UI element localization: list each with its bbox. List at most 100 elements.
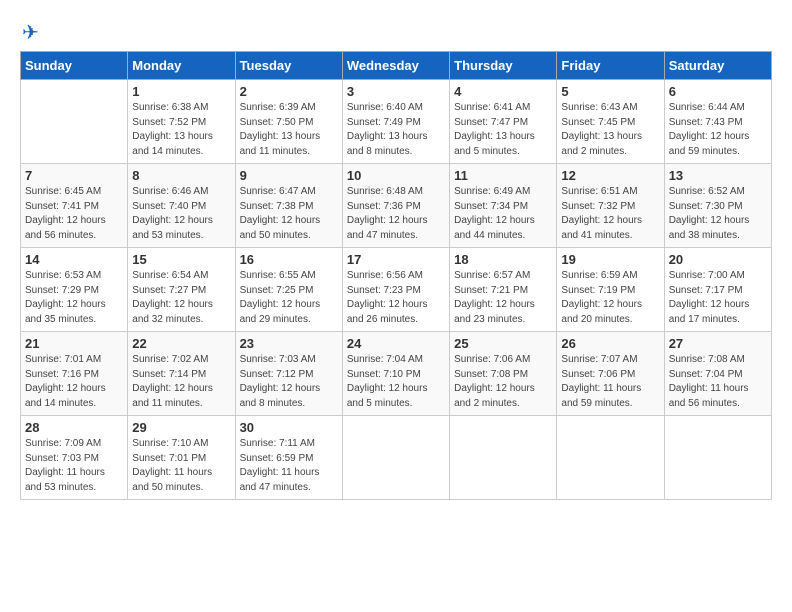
calendar-cell: 9 Sunrise: 6:47 AM Sunset: 7:38 PM Dayli… [235, 164, 342, 248]
calendar-cell: 1 Sunrise: 6:38 AM Sunset: 7:52 PM Dayli… [128, 80, 235, 164]
day-number: 2 [240, 84, 338, 99]
sunrise-text: Sunrise: 7:02 AM [132, 354, 208, 365]
day-info: Sunrise: 6:49 AM Sunset: 7:34 PM Dayligh… [454, 185, 552, 243]
sunset-text: Sunset: 7:30 PM [669, 201, 743, 212]
day-number: 27 [669, 336, 767, 351]
day-number: 1 [132, 84, 230, 99]
sunset-text: Sunset: 7:29 PM [25, 285, 99, 296]
sunrise-text: Sunrise: 7:04 AM [347, 354, 423, 365]
day-info: Sunrise: 7:00 AM Sunset: 7:17 PM Dayligh… [669, 269, 767, 327]
sunset-text: Sunset: 7:45 PM [561, 117, 635, 128]
day-number: 16 [240, 252, 338, 267]
sunrise-text: Sunrise: 6:44 AM [669, 102, 745, 113]
calendar-week-row: 7 Sunrise: 6:45 AM Sunset: 7:41 PM Dayli… [21, 164, 772, 248]
day-info: Sunrise: 7:08 AM Sunset: 7:04 PM Dayligh… [669, 353, 767, 411]
calendar-cell: 24 Sunrise: 7:04 AM Sunset: 7:10 PM Dayl… [342, 332, 449, 416]
weekday-header-monday: Monday [128, 52, 235, 80]
day-number: 5 [561, 84, 659, 99]
sunset-text: Sunset: 7:19 PM [561, 285, 635, 296]
daylight-text: Daylight: 11 hours and 53 minutes. [25, 467, 105, 493]
calendar-week-row: 21 Sunrise: 7:01 AM Sunset: 7:16 PM Dayl… [21, 332, 772, 416]
day-number: 14 [25, 252, 123, 267]
day-info: Sunrise: 6:40 AM Sunset: 7:49 PM Dayligh… [347, 101, 445, 159]
sunset-text: Sunset: 7:12 PM [240, 369, 314, 380]
weekday-header-friday: Friday [557, 52, 664, 80]
sunrise-text: Sunrise: 7:11 AM [240, 438, 315, 449]
day-number: 17 [347, 252, 445, 267]
sunrise-text: Sunrise: 6:56 AM [347, 270, 423, 281]
daylight-text: Daylight: 12 hours and 59 minutes. [669, 131, 750, 157]
calendar-cell: 2 Sunrise: 6:39 AM Sunset: 7:50 PM Dayli… [235, 80, 342, 164]
sunset-text: Sunset: 7:38 PM [240, 201, 314, 212]
sunrise-text: Sunrise: 7:10 AM [132, 438, 208, 449]
sunrise-text: Sunrise: 6:59 AM [561, 270, 637, 281]
day-number: 13 [669, 168, 767, 183]
calendar-cell: 22 Sunrise: 7:02 AM Sunset: 7:14 PM Dayl… [128, 332, 235, 416]
day-info: Sunrise: 6:47 AM Sunset: 7:38 PM Dayligh… [240, 185, 338, 243]
calendar-cell: 21 Sunrise: 7:01 AM Sunset: 7:16 PM Dayl… [21, 332, 128, 416]
sunrise-text: Sunrise: 6:47 AM [240, 186, 316, 197]
weekday-header-wednesday: Wednesday [342, 52, 449, 80]
sunrise-text: Sunrise: 7:08 AM [669, 354, 745, 365]
sunset-text: Sunset: 7:47 PM [454, 117, 528, 128]
day-number: 8 [132, 168, 230, 183]
calendar-cell [664, 416, 771, 500]
day-number: 12 [561, 168, 659, 183]
calendar-cell: 18 Sunrise: 6:57 AM Sunset: 7:21 PM Dayl… [450, 248, 557, 332]
day-info: Sunrise: 6:54 AM Sunset: 7:27 PM Dayligh… [132, 269, 230, 327]
day-info: Sunrise: 7:10 AM Sunset: 7:01 PM Dayligh… [132, 437, 230, 495]
daylight-text: Daylight: 12 hours and 47 minutes. [347, 215, 428, 241]
daylight-text: Daylight: 11 hours and 50 minutes. [132, 467, 212, 493]
calendar-cell: 15 Sunrise: 6:54 AM Sunset: 7:27 PM Dayl… [128, 248, 235, 332]
daylight-text: Daylight: 12 hours and 17 minutes. [669, 299, 750, 325]
calendar-week-row: 1 Sunrise: 6:38 AM Sunset: 7:52 PM Dayli… [21, 80, 772, 164]
daylight-text: Daylight: 12 hours and 41 minutes. [561, 215, 642, 241]
day-info: Sunrise: 6:59 AM Sunset: 7:19 PM Dayligh… [561, 269, 659, 327]
daylight-text: Daylight: 13 hours and 5 minutes. [454, 131, 535, 157]
daylight-text: Daylight: 12 hours and 2 minutes. [454, 383, 535, 409]
sunrise-text: Sunrise: 6:55 AM [240, 270, 316, 281]
calendar-cell: 6 Sunrise: 6:44 AM Sunset: 7:43 PM Dayli… [664, 80, 771, 164]
day-info: Sunrise: 6:43 AM Sunset: 7:45 PM Dayligh… [561, 101, 659, 159]
sunset-text: Sunset: 7:25 PM [240, 285, 314, 296]
calendar-cell: 25 Sunrise: 7:06 AM Sunset: 7:08 PM Dayl… [450, 332, 557, 416]
day-info: Sunrise: 6:57 AM Sunset: 7:21 PM Dayligh… [454, 269, 552, 327]
day-info: Sunrise: 6:44 AM Sunset: 7:43 PM Dayligh… [669, 101, 767, 159]
calendar-cell: 11 Sunrise: 6:49 AM Sunset: 7:34 PM Dayl… [450, 164, 557, 248]
day-number: 7 [25, 168, 123, 183]
calendar-cell: 19 Sunrise: 6:59 AM Sunset: 7:19 PM Dayl… [557, 248, 664, 332]
daylight-text: Daylight: 12 hours and 11 minutes. [132, 383, 213, 409]
sunset-text: Sunset: 7:16 PM [25, 369, 99, 380]
sunrise-text: Sunrise: 7:00 AM [669, 270, 745, 281]
daylight-text: Daylight: 12 hours and 14 minutes. [25, 383, 106, 409]
calendar-table: SundayMondayTuesdayWednesdayThursdayFrid… [20, 51, 772, 500]
sunset-text: Sunset: 7:21 PM [454, 285, 528, 296]
daylight-text: Daylight: 13 hours and 8 minutes. [347, 131, 428, 157]
day-number: 21 [25, 336, 123, 351]
daylight-text: Daylight: 13 hours and 11 minutes. [240, 131, 321, 157]
sunset-text: Sunset: 7:23 PM [347, 285, 421, 296]
weekday-header-saturday: Saturday [664, 52, 771, 80]
sunrise-text: Sunrise: 6:49 AM [454, 186, 530, 197]
sunrise-text: Sunrise: 6:54 AM [132, 270, 208, 281]
sunset-text: Sunset: 7:41 PM [25, 201, 99, 212]
sunrise-text: Sunrise: 6:45 AM [25, 186, 101, 197]
sunset-text: Sunset: 7:04 PM [669, 369, 743, 380]
weekday-header-sunday: Sunday [21, 52, 128, 80]
sunset-text: Sunset: 7:50 PM [240, 117, 314, 128]
daylight-text: Daylight: 12 hours and 44 minutes. [454, 215, 535, 241]
calendar-cell: 10 Sunrise: 6:48 AM Sunset: 7:36 PM Dayl… [342, 164, 449, 248]
day-number: 30 [240, 420, 338, 435]
day-number: 29 [132, 420, 230, 435]
sunrise-text: Sunrise: 6:51 AM [561, 186, 637, 197]
sunset-text: Sunset: 7:27 PM [132, 285, 206, 296]
day-info: Sunrise: 6:52 AM Sunset: 7:30 PM Dayligh… [669, 185, 767, 243]
day-number: 4 [454, 84, 552, 99]
day-number: 15 [132, 252, 230, 267]
calendar-cell: 4 Sunrise: 6:41 AM Sunset: 7:47 PM Dayli… [450, 80, 557, 164]
day-info: Sunrise: 6:51 AM Sunset: 7:32 PM Dayligh… [561, 185, 659, 243]
daylight-text: Daylight: 12 hours and 35 minutes. [25, 299, 106, 325]
day-info: Sunrise: 6:38 AM Sunset: 7:52 PM Dayligh… [132, 101, 230, 159]
calendar-cell: 16 Sunrise: 6:55 AM Sunset: 7:25 PM Dayl… [235, 248, 342, 332]
weekday-header-thursday: Thursday [450, 52, 557, 80]
